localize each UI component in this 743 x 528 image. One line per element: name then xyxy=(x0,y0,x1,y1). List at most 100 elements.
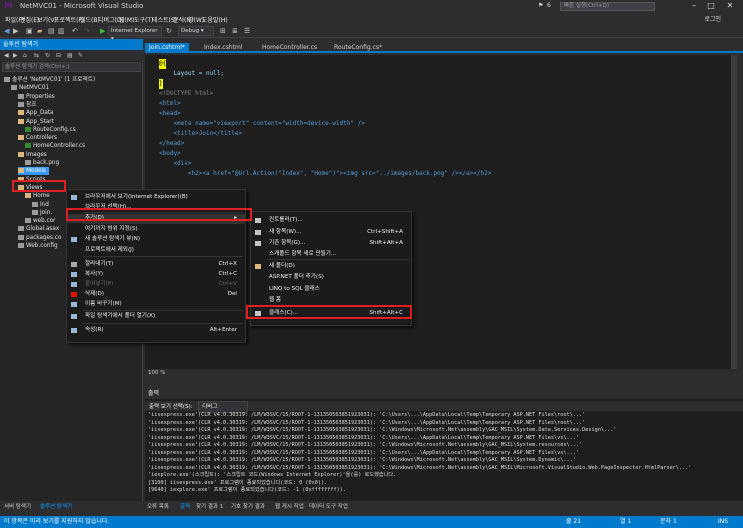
submenu-item[interactable]: 새 폴더(D) xyxy=(251,262,411,271)
tree-item[interactable]: NetMVC01 xyxy=(11,84,52,92)
tree-item[interactable]: packages.co xyxy=(18,234,64,242)
back-icon[interactable]: ◀ xyxy=(4,27,9,35)
context-menu-item[interactable]: 복사(Y) Ctrl+C xyxy=(67,270,245,279)
shortcut-label: Ctrl+Shift+A xyxy=(367,229,403,235)
status-line: 줄 21 xyxy=(566,518,582,525)
context-menu-item[interactable]: 속성(R) Alt+Enter xyxy=(67,326,245,335)
tree-item[interactable]: RouteConfig.cs xyxy=(25,126,79,134)
tree-item[interactable]: Models xyxy=(18,167,50,176)
tree-item[interactable]: 참조 xyxy=(18,101,39,109)
tree-item[interactable]: Controllers xyxy=(18,134,60,142)
run-icon[interactable]: ▶ xyxy=(100,27,105,35)
submenu-item[interactable]: LINQ to SQL 클래스 xyxy=(251,285,411,294)
menu-item-label: 새 솔루션 탐색기 뷰(N) xyxy=(85,236,141,242)
status-char: 문자 1 xyxy=(660,518,677,525)
save-all-icon[interactable]: ▥ xyxy=(58,27,65,35)
tree-item[interactable]: web.cor xyxy=(25,217,59,225)
bottom-tab-2[interactable]: 찾기 결과 1 xyxy=(196,503,223,512)
paste-icon xyxy=(71,282,77,287)
tree-item[interactable]: back.png xyxy=(25,159,62,167)
refresh-icon[interactable]: ↻ xyxy=(45,52,50,60)
login-link[interactable]: 로그인 xyxy=(704,14,721,23)
tree-item-label: packages.co xyxy=(26,234,62,241)
tree-item-label: Web.config xyxy=(26,243,58,249)
flag-icon[interactable]: ⚑ xyxy=(538,2,543,9)
context-menu-item[interactable]: 삭제(D) Del xyxy=(67,290,245,299)
visual-studio-logo-icon: ⋈ xyxy=(4,1,13,11)
properties-icon[interactable]: ✎ xyxy=(78,52,83,60)
submenu-item[interactable]: 웹 폼 xyxy=(251,296,411,305)
bottom-tab-left-0[interactable]: 서버 탐색기 xyxy=(4,503,31,512)
configuration-dropdown[interactable]: Debug ▾ xyxy=(178,26,214,36)
close-button[interactable]: ✕ xyxy=(724,1,736,11)
menu-item-label: 붙여넣기(P) xyxy=(85,281,114,287)
context-menu-item[interactable]: 여기까지 범위 지정(S) xyxy=(67,225,245,234)
submenu-item[interactable]: 기존 항목(G)... Shift+Alt+A xyxy=(251,239,411,248)
maximize-button[interactable]: □ xyxy=(705,1,717,11)
context-menu-item[interactable]: 프로젝트에서 제외(J) xyxy=(67,246,245,255)
quick-launch-input[interactable]: 빠른 실행(Ctrl+Q) xyxy=(560,2,655,11)
prop-icon xyxy=(25,218,31,224)
zoom-level[interactable]: 100 % xyxy=(145,369,737,378)
menu-item-label: ASP.NET 폴더 추가(S) xyxy=(269,274,324,280)
tree-item[interactable]: Web.config xyxy=(18,242,61,250)
context-menu-item[interactable]: 이름 바꾸기(M) xyxy=(67,300,245,309)
submenu-item[interactable]: 컨트롤러(T)... xyxy=(251,216,411,225)
collapse-all-icon[interactable]: ⊟ xyxy=(56,52,61,60)
tab-0[interactable]: Join.cshtml* xyxy=(145,43,189,53)
refresh-icon[interactable]: ↻ xyxy=(166,27,172,35)
context-menu-item[interactable]: 브라우저에서 보기(Internet Explorer)(B) xyxy=(67,193,245,202)
minimize-button[interactable]: – xyxy=(688,1,700,11)
submenu-item[interactable]: 새 항목(W)... Ctrl+Shift+A xyxy=(251,228,411,237)
new-file-icon[interactable]: ▣ xyxy=(26,27,33,35)
tree-item[interactable]: 솔루션 'NetMVC01' (1 프로젝트) xyxy=(4,76,98,84)
bottom-tab-left-1[interactable]: 솔루션 탐색기 xyxy=(40,503,72,512)
tree-item[interactable]: HomeController.cs xyxy=(25,142,88,150)
sync-icon[interactable]: ⇆ xyxy=(34,52,39,60)
menu-item[interactable]: 팀(M) xyxy=(119,15,134,24)
bottom-tab-5[interactable]: 데이터 도구 작업 xyxy=(309,503,348,512)
forward-icon[interactable]: ▶ xyxy=(13,52,18,60)
bottom-tab-4[interactable]: 웹 게시 작업 xyxy=(275,503,304,512)
menu-item[interactable]: 도움말(H) xyxy=(202,15,228,24)
bottom-tab-1[interactable]: 출력 xyxy=(180,503,190,512)
submenu-item[interactable]: 스캐폴드 항목 새로 만들기... xyxy=(251,250,411,259)
tab-2[interactable]: HomeController.cs xyxy=(258,43,321,53)
menu-item[interactable]: 빌드(B) xyxy=(80,15,100,24)
bottom-tab-0[interactable]: 오류 목록 xyxy=(147,503,169,512)
attach-icon[interactable]: ⊞ xyxy=(220,27,226,35)
tree-item[interactable]: App_Start xyxy=(18,118,57,126)
folder-icon xyxy=(25,193,31,199)
folder-icon xyxy=(18,151,24,157)
open-folder-icon[interactable]: ▰ xyxy=(37,27,42,35)
tree-item[interactable]: App_Data xyxy=(18,109,57,117)
back-icon[interactable]: ◀ xyxy=(4,52,9,60)
tree-item[interactable]: Properties xyxy=(18,93,58,101)
tree-item[interactable]: Images xyxy=(18,151,50,159)
tab-3[interactable]: RouteConfig.cs* xyxy=(330,43,386,53)
undo-icon[interactable]: ↶ xyxy=(72,27,78,35)
format-icon[interactable]: ≣ xyxy=(232,27,238,35)
editor-scrollbar[interactable] xyxy=(731,55,737,369)
submenu-item[interactable]: ASP.NET 폴더 추가(S) xyxy=(251,273,411,282)
context-menu-item[interactable]: 파일 탐색기에서 폴더 열기(X) xyxy=(67,312,245,321)
show-all-files-icon[interactable]: ▤ xyxy=(67,52,73,60)
tree-item[interactable]: Join. xyxy=(32,209,55,217)
tree-item[interactable]: Home xyxy=(25,192,53,200)
solution-explorer-search[interactable]: 솔루션 탐색기 검색(Ctrl+;) xyxy=(2,62,141,72)
browser-dropdown[interactable]: Internet Explorer ▾ xyxy=(108,26,162,42)
menu-separator xyxy=(267,259,409,260)
home-icon[interactable]: ⌂ xyxy=(23,52,27,60)
highlight-models xyxy=(12,180,66,192)
bottom-tab-3[interactable]: 기호 찾기 결과 xyxy=(231,503,265,512)
forward-icon[interactable]: ▶ xyxy=(13,27,18,35)
comment-icon[interactable]: ☰ xyxy=(244,27,250,35)
tab-1[interactable]: Index.cshtml xyxy=(200,43,247,53)
tree-item[interactable]: Ind xyxy=(32,201,52,209)
context-menu-item[interactable]: 잘라내기(T) Ctrl+X xyxy=(67,260,245,269)
redo-icon[interactable]: ↷ xyxy=(84,27,90,35)
menu-item[interactable]: 도구(T) xyxy=(134,15,153,24)
save-icon[interactable]: ▤ xyxy=(48,27,55,35)
context-menu-item[interactable]: 새 솔루션 탐색기 뷰(N) xyxy=(67,235,245,244)
tree-item[interactable]: Global.asax xyxy=(18,225,62,233)
